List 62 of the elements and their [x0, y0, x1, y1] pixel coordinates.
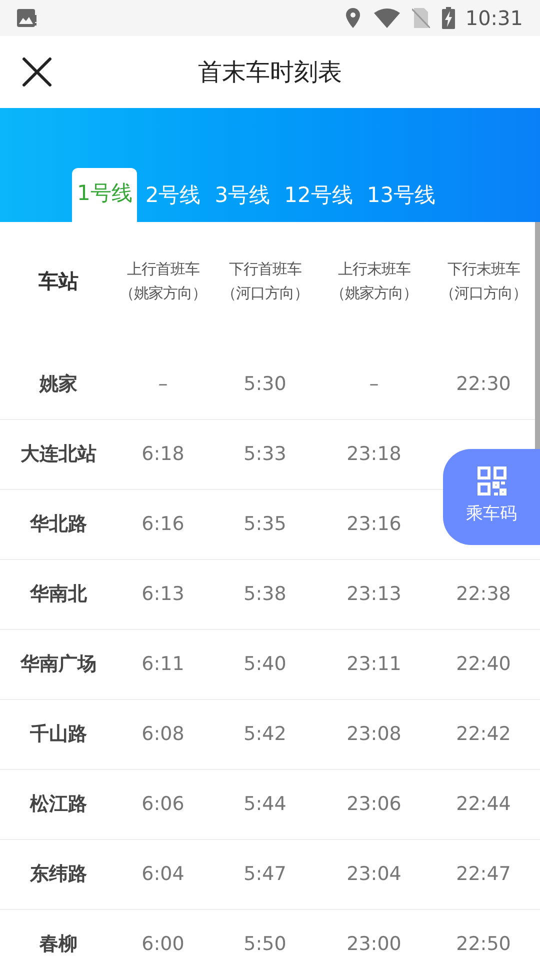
- line-tab[interactable]: 13号线: [362, 170, 440, 222]
- status-time: 10:31: [465, 5, 523, 32]
- page-title: 首末车时刻表: [197, 57, 343, 88]
- time-cell-text: 5:33: [244, 442, 286, 468]
- line-tab[interactable]: 12号线: [280, 170, 357, 222]
- qr-code-icon: [476, 466, 506, 496]
- time-cell-text: –: [158, 372, 168, 398]
- column-header: 上行末班车 （姚家方向）: [330, 259, 418, 304]
- time-cell-text: 6:11: [142, 652, 184, 678]
- time-cell-text: –: [369, 372, 379, 398]
- time-cell-text: 5:38: [244, 582, 286, 608]
- no-sim-icon: [412, 8, 430, 28]
- time-cell-text: 22:47: [456, 862, 511, 888]
- line-tab[interactable]: 3号线: [210, 170, 274, 222]
- station-name: 华南北: [30, 582, 87, 608]
- station-name: 大连北站: [20, 442, 96, 468]
- time-cell-text: 5:40: [244, 652, 286, 678]
- time-cell-text: 22:42: [456, 722, 511, 748]
- time-cell-text: 23:16: [346, 512, 402, 538]
- time-cell-text: 6:06: [142, 792, 184, 818]
- close-button[interactable]: [20, 55, 54, 89]
- time-cell-text: 5:30: [244, 372, 286, 398]
- column-header: 下行末班车 （河口方向）: [440, 259, 527, 304]
- time-cell-text: 6:00: [142, 932, 184, 958]
- station-name: 姚家: [40, 372, 78, 398]
- time-cell-text: 5:42: [244, 722, 286, 748]
- column-header: 下行首班车 （河口方向）: [222, 259, 308, 304]
- time-cell-text: 6:13: [142, 582, 184, 608]
- time-cell-text: 6:16: [142, 512, 184, 538]
- line-tab[interactable]: 2号线: [141, 170, 205, 222]
- station-name: 春柳: [40, 932, 78, 958]
- column-header: 上行首班车 （姚家方向）: [120, 259, 206, 304]
- time-cell-text: 5:50: [244, 932, 286, 958]
- ride-code-button[interactable]: 乘车码: [443, 449, 540, 545]
- time-cell-text: 23:06: [346, 792, 402, 818]
- time-cell-text: 22:40: [456, 652, 511, 678]
- time-cell-text: 5:44: [244, 792, 286, 818]
- station-name: 东纬路: [30, 862, 87, 888]
- time-cell-text: 23:18: [346, 442, 402, 468]
- time-cell-text: 23:04: [346, 862, 402, 888]
- station-name: 华南广场: [20, 652, 96, 678]
- battery-charging-icon: [442, 7, 456, 29]
- time-cell-text: 22:38: [456, 582, 511, 608]
- time-cell-text: 6:04: [142, 862, 184, 888]
- station-name: 松江路: [30, 792, 87, 818]
- time-cell-text: 5:35: [244, 512, 286, 538]
- station-name: 华北路: [30, 512, 87, 538]
- time-cell-text: 22:50: [456, 932, 511, 958]
- station-name: 千山路: [30, 722, 87, 748]
- location-icon: [346, 8, 360, 28]
- time-cell-text: 23:13: [346, 582, 402, 608]
- image-notification-icon: [17, 9, 37, 27]
- time-cell-text: 23:00: [346, 932, 402, 958]
- time-cell-text: 5:47: [244, 862, 286, 888]
- time-cell-text: 23:08: [346, 722, 402, 748]
- time-cell-text: 6:18: [142, 442, 184, 468]
- time-cell-text: 23:11: [346, 652, 402, 678]
- wifi-icon: [374, 8, 400, 28]
- time-cell-text: 22:44: [456, 792, 511, 818]
- time-cell-text: 22:30: [456, 372, 511, 398]
- time-cell-text: 6:08: [142, 722, 184, 748]
- column-header: 车站: [38, 268, 78, 295]
